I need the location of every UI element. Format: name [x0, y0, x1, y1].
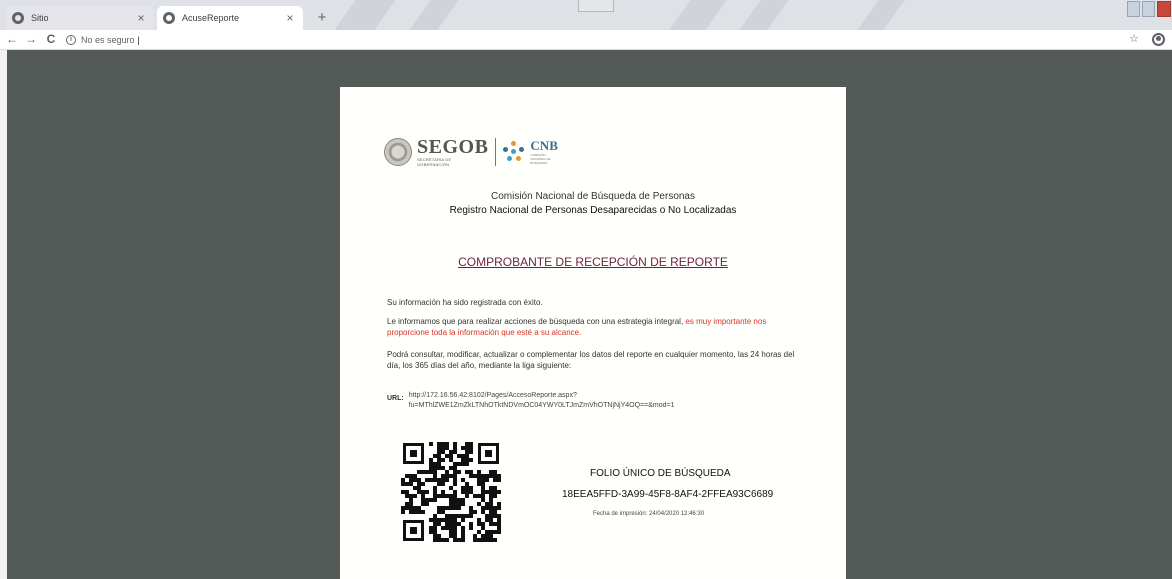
qr-code [401, 441, 501, 543]
tabstrip-handle [578, 0, 614, 12]
access-paragraph: Podrá consultar, modificar, actualizar o… [387, 350, 795, 370]
globe-icon [12, 12, 24, 24]
qr-finder [403, 443, 424, 464]
qr-module [457, 470, 461, 474]
national-seal-icon [384, 138, 412, 166]
page-title: COMPROBANTE DE RECEPCIÓN DE REPORTE [458, 255, 728, 269]
report-url: URL: http://172.16.56.42:8102/Pages/Acce… [387, 391, 675, 411]
tabstrip-decoration [739, 0, 789, 30]
qr-module [425, 490, 429, 494]
tab-title: Sitio [31, 13, 49, 23]
qr-module [457, 506, 461, 510]
segob-subtitle: SECRETARÍA DE GOBERNACIÓN [417, 157, 452, 167]
profile-icon[interactable] [1152, 33, 1165, 46]
reload-button[interactable]: C [44, 32, 58, 46]
qr-module [497, 490, 501, 494]
segob-logo: SEGOB SECRETARÍA DE GOBERNACIÓN [417, 137, 488, 167]
tab-acusereporte[interactable]: AcuseReporte × [157, 6, 303, 30]
qr-module [461, 538, 465, 542]
profile-head [1156, 36, 1161, 41]
security-status: No es seguro [81, 35, 135, 45]
qr-module [497, 530, 501, 534]
close-window-button[interactable] [1157, 1, 1171, 17]
logo-divider [495, 138, 497, 166]
address-bar[interactable]: i No es seguro | [66, 32, 140, 48]
qr-module [473, 510, 477, 514]
header-logos: SEGOB SECRETARÍA DE GOBERNACIÓN CNB COMI… [384, 137, 558, 167]
url-label: URL: [387, 395, 404, 402]
qr-module [445, 538, 449, 542]
qr-module [493, 538, 497, 542]
new-tab-button[interactable]: + [313, 9, 331, 27]
qr-module [465, 462, 469, 466]
commission-name: Comisión Nacional de Búsqueda de Persona… [490, 191, 695, 202]
tabstrip-decoration [857, 0, 905, 30]
maximize-button[interactable] [1142, 1, 1155, 17]
qr-module [421, 510, 425, 514]
globe-icon [163, 12, 175, 24]
qr-module [401, 510, 405, 514]
tabstrip-decoration [669, 0, 727, 30]
qr-module [493, 494, 497, 498]
text-caret: | [137, 35, 140, 45]
segob-name: SEGOB [417, 136, 489, 158]
qr-finder [478, 443, 499, 464]
bookmark-star-icon[interactable]: ☆ [1127, 32, 1141, 45]
qr-module [421, 482, 425, 486]
url-line-2[interactable]: fu=MThlZWE1ZmZkLTNhOTktNDVmOC04YWY0LTJmZ… [409, 401, 675, 411]
close-icon[interactable]: × [134, 11, 148, 25]
print-date: Fecha de impresión: 24/04/2020 12:46:30 [593, 511, 705, 517]
qr-module [485, 478, 489, 482]
qr-module [461, 502, 465, 506]
qr-module [441, 458, 445, 462]
viewer-edge [0, 50, 7, 579]
document-viewer[interactable]: SEGOB SECRETARÍA DE GOBERNACIÓN CNB COMI… [0, 50, 1172, 579]
cnb-name: CNB [530, 138, 558, 153]
close-icon[interactable]: × [283, 11, 297, 25]
qr-module [433, 498, 437, 502]
success-message: Su información ha sido registrada con éx… [387, 298, 543, 307]
folio-value: 18EEA5FFD-3A99-45F8-8AF4-2FFEA93C6689 [562, 489, 774, 500]
tab-strip: Sitio × AcuseReporte × + [0, 0, 1172, 30]
forward-button[interactable]: → [24, 32, 38, 46]
url-line-1[interactable]: http://172.16.56.42:8102/Pages/AccesoRep… [409, 391, 675, 401]
qr-module [469, 514, 473, 518]
receipt-page: SEGOB SECRETARÍA DE GOBERNACIÓN CNB COMI… [340, 87, 846, 579]
browser-toolbar: ← → C i No es seguro | ☆ [0, 30, 1172, 50]
info-icon[interactable]: i [66, 35, 76, 45]
qr-module [469, 450, 473, 454]
tabstrip-decoration [334, 0, 396, 30]
qr-module [429, 442, 433, 446]
tab-title: AcuseReporte [182, 13, 240, 23]
info-text: Le informamos que para realizar acciones… [387, 317, 686, 326]
tabstrip-decoration [409, 0, 459, 30]
info-paragraph: Le informamos que para realizar acciones… [387, 316, 807, 338]
qr-module [413, 494, 417, 498]
qr-module [469, 458, 473, 462]
cnb-subtitle: COMISIÓN NACIONAL DE BÚSQUEDA [530, 153, 551, 165]
qr-module [465, 494, 469, 498]
qr-finder [403, 520, 424, 541]
tab-sitio[interactable]: Sitio × [6, 6, 154, 30]
qr-module [497, 506, 501, 510]
qr-module [441, 482, 445, 486]
registry-name: Registro Nacional de Personas Desapareci… [449, 205, 737, 216]
qr-module [461, 518, 465, 522]
minimize-button[interactable] [1127, 1, 1140, 17]
back-button[interactable]: ← [5, 32, 19, 46]
url-block: http://172.16.56.42:8102/Pages/AccesoRep… [409, 391, 675, 411]
qr-module [445, 478, 449, 482]
folio-label: FOLIO ÚNICO DE BÚSQUEDA [590, 468, 731, 479]
qr-module [497, 478, 501, 482]
qr-module [453, 482, 457, 486]
cnb-emblem-icon [503, 141, 525, 163]
qr-module [469, 526, 473, 530]
qr-module [425, 502, 429, 506]
cnb-logo: CNB COMISIÓN NACIONAL DE BÚSQUEDA [530, 138, 558, 166]
